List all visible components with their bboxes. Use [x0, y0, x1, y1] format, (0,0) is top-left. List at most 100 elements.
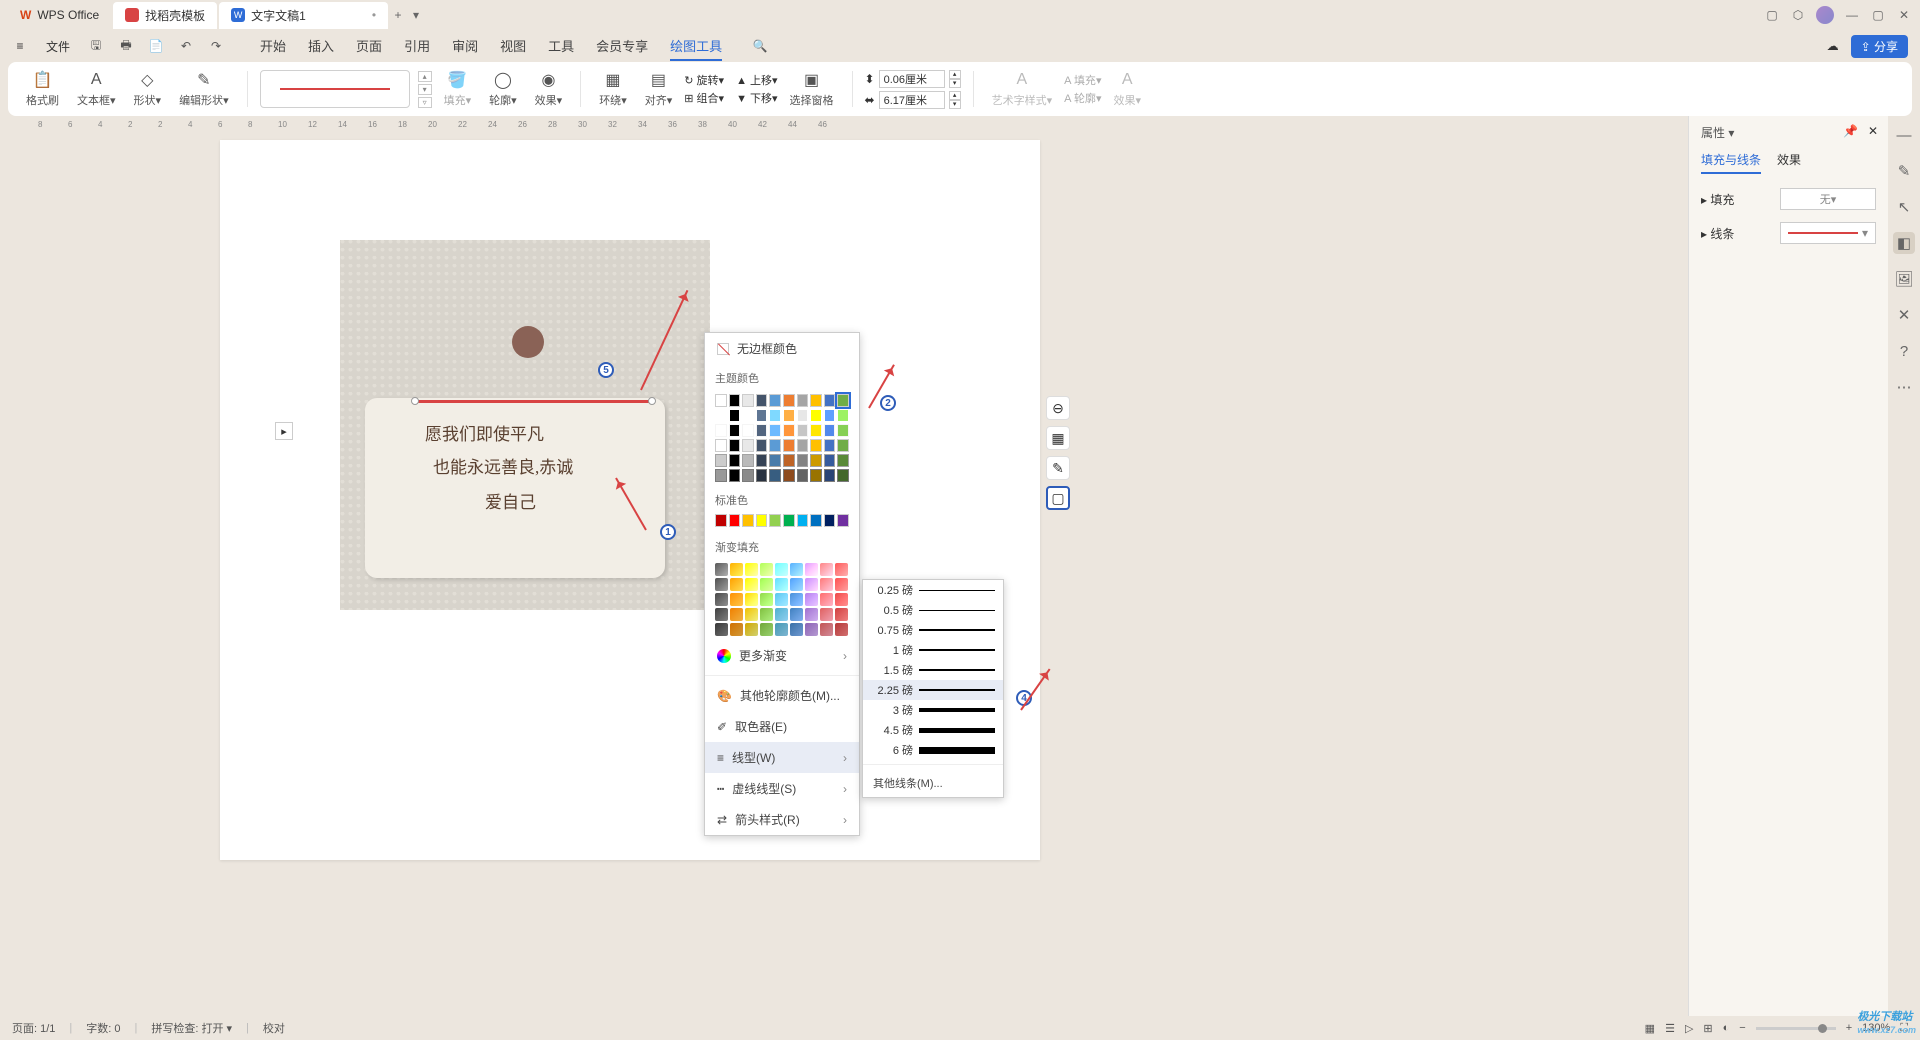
view-web-icon[interactable]: ⊞	[1703, 1022, 1712, 1035]
view-outline-icon[interactable]: ☰	[1665, 1022, 1675, 1035]
gradient-swatch[interactable]	[820, 608, 833, 621]
status-proof[interactable]: 校对	[263, 1020, 285, 1036]
gradient-swatch[interactable]	[820, 563, 833, 576]
gradient-swatch[interactable]	[835, 563, 848, 576]
gradient-swatch[interactable]	[745, 623, 758, 636]
close-icon[interactable]: ✕	[1896, 7, 1912, 23]
fill-button[interactable]: 🪣填充▾	[438, 70, 478, 108]
gradient-swatch[interactable]	[715, 593, 728, 606]
cloud-icon[interactable]: ☁	[1825, 38, 1841, 54]
theme-swatch[interactable]	[756, 424, 768, 437]
style-more-button[interactable]: ▿	[418, 97, 432, 108]
theme-swatch[interactable]	[837, 394, 849, 407]
theme-swatch[interactable]	[783, 409, 795, 422]
more-lines-option[interactable]: 其他线条(M)...	[863, 769, 1003, 797]
effect-button[interactable]: ◉效果▾	[529, 70, 569, 108]
shape-button[interactable]: ◇形状▾	[128, 70, 168, 108]
theme-swatch[interactable]	[797, 394, 809, 407]
menu-tab-5[interactable]: 视图	[500, 32, 526, 61]
theme-swatch[interactable]	[742, 454, 754, 467]
move-up-button[interactable]: ▲ 上移▾	[736, 72, 777, 88]
theme-swatch[interactable]	[729, 409, 741, 422]
tool-cursor-icon[interactable]: ↖	[1893, 196, 1915, 218]
gradient-swatch[interactable]	[790, 593, 803, 606]
save-icon[interactable]: 🖫	[88, 38, 104, 54]
gradient-swatch[interactable]	[805, 623, 818, 636]
resize-handle-left[interactable]	[411, 397, 419, 405]
gradient-swatch[interactable]	[805, 593, 818, 606]
theme-swatch[interactable]	[783, 424, 795, 437]
theme-swatch[interactable]	[742, 424, 754, 437]
theme-swatch[interactable]	[729, 439, 741, 452]
theme-swatch[interactable]	[742, 439, 754, 452]
view-read-icon[interactable]: ▷	[1685, 1022, 1693, 1035]
theme-swatch[interactable]	[769, 394, 781, 407]
tab-fill-line[interactable]: 填充与线条	[1701, 151, 1761, 174]
gradient-swatch[interactable]	[775, 623, 788, 636]
theme-swatch[interactable]	[729, 454, 741, 467]
eyedropper-option[interactable]: ✐取色器(E)	[705, 711, 859, 742]
gradient-swatch[interactable]	[805, 578, 818, 591]
gradient-swatch[interactable]	[730, 578, 743, 591]
theme-swatch[interactable]	[729, 424, 741, 437]
standard-swatch[interactable]	[715, 514, 727, 527]
gradient-swatch[interactable]	[745, 563, 758, 576]
gradient-swatch[interactable]	[730, 593, 743, 606]
textbox-button[interactable]: A文本框▾	[71, 70, 122, 108]
tool-shape-icon[interactable]: ◧	[1893, 232, 1915, 254]
gradient-swatch[interactable]	[805, 608, 818, 621]
gradient-swatch[interactable]	[820, 623, 833, 636]
gradient-swatch[interactable]	[745, 608, 758, 621]
theme-swatch[interactable]	[797, 409, 809, 422]
float-outline-icon[interactable]: ▢	[1046, 486, 1070, 510]
weight-option[interactable]: 2.25 磅	[863, 680, 1003, 700]
new-tab-button[interactable]: +	[390, 7, 406, 23]
gradient-swatch[interactable]	[760, 608, 773, 621]
fill-select[interactable]: 无 ▾	[1780, 188, 1876, 210]
gradient-swatch[interactable]	[790, 563, 803, 576]
weight-option[interactable]: 1.5 磅	[863, 660, 1003, 680]
gradient-swatch[interactable]	[760, 593, 773, 606]
theme-swatch[interactable]	[729, 469, 741, 482]
weight-option[interactable]: 3 磅	[863, 700, 1003, 720]
theme-swatch[interactable]	[810, 469, 822, 482]
wrap-button[interactable]: ▦环绕▾	[593, 70, 633, 108]
gradient-swatch[interactable]	[775, 563, 788, 576]
panel-close-icon[interactable]: ✕	[1868, 124, 1878, 138]
gradient-swatch[interactable]	[730, 563, 743, 576]
menu-tab-3[interactable]: 引用	[404, 32, 430, 61]
format-painter-button[interactable]: 📋格式刷	[20, 70, 65, 108]
pin-icon[interactable]: 📌	[1843, 124, 1858, 138]
weight-option[interactable]: 0.25 磅	[863, 580, 1003, 600]
standard-swatch[interactable]	[769, 514, 781, 527]
theme-swatch[interactable]	[756, 469, 768, 482]
drawn-line-shape[interactable]	[415, 400, 650, 403]
selection-pane-button[interactable]: ▣选择窗格	[784, 70, 840, 108]
theme-swatch[interactable]	[837, 469, 849, 482]
menu-tab-8[interactable]: 绘图工具	[670, 32, 722, 61]
tab-document[interactable]: W文字文稿1•	[219, 2, 388, 29]
view-focus-icon[interactable]: ◐	[1723, 1022, 1730, 1034]
menu-tab-1[interactable]: 插入	[308, 32, 334, 61]
weight-option[interactable]: 0.75 磅	[863, 620, 1003, 640]
gradient-swatch[interactable]	[790, 608, 803, 621]
theme-swatch[interactable]	[837, 454, 849, 467]
theme-swatch[interactable]	[783, 439, 795, 452]
print-icon[interactable]: 🖶	[118, 38, 134, 54]
theme-swatch[interactable]	[810, 454, 822, 467]
tool-image-icon[interactable]: 🖼	[1893, 268, 1915, 290]
zoom-slider[interactable]	[1756, 1027, 1836, 1030]
window-icon-1[interactable]: ▢	[1764, 7, 1780, 23]
theme-swatch[interactable]	[797, 424, 809, 437]
theme-swatch[interactable]	[797, 454, 809, 467]
gradient-swatch[interactable]	[805, 563, 818, 576]
avatar[interactable]	[1816, 6, 1834, 24]
theme-swatch[interactable]	[742, 469, 754, 482]
theme-swatch[interactable]	[742, 394, 754, 407]
gradient-swatch[interactable]	[760, 563, 773, 576]
more-outline-color-option[interactable]: 🎨其他轮廓颜色(M)...	[705, 680, 859, 711]
theme-swatch[interactable]	[715, 424, 727, 437]
weight-option[interactable]: 4.5 磅	[863, 720, 1003, 740]
theme-swatch[interactable]	[729, 394, 741, 407]
theme-swatch[interactable]	[824, 409, 836, 422]
